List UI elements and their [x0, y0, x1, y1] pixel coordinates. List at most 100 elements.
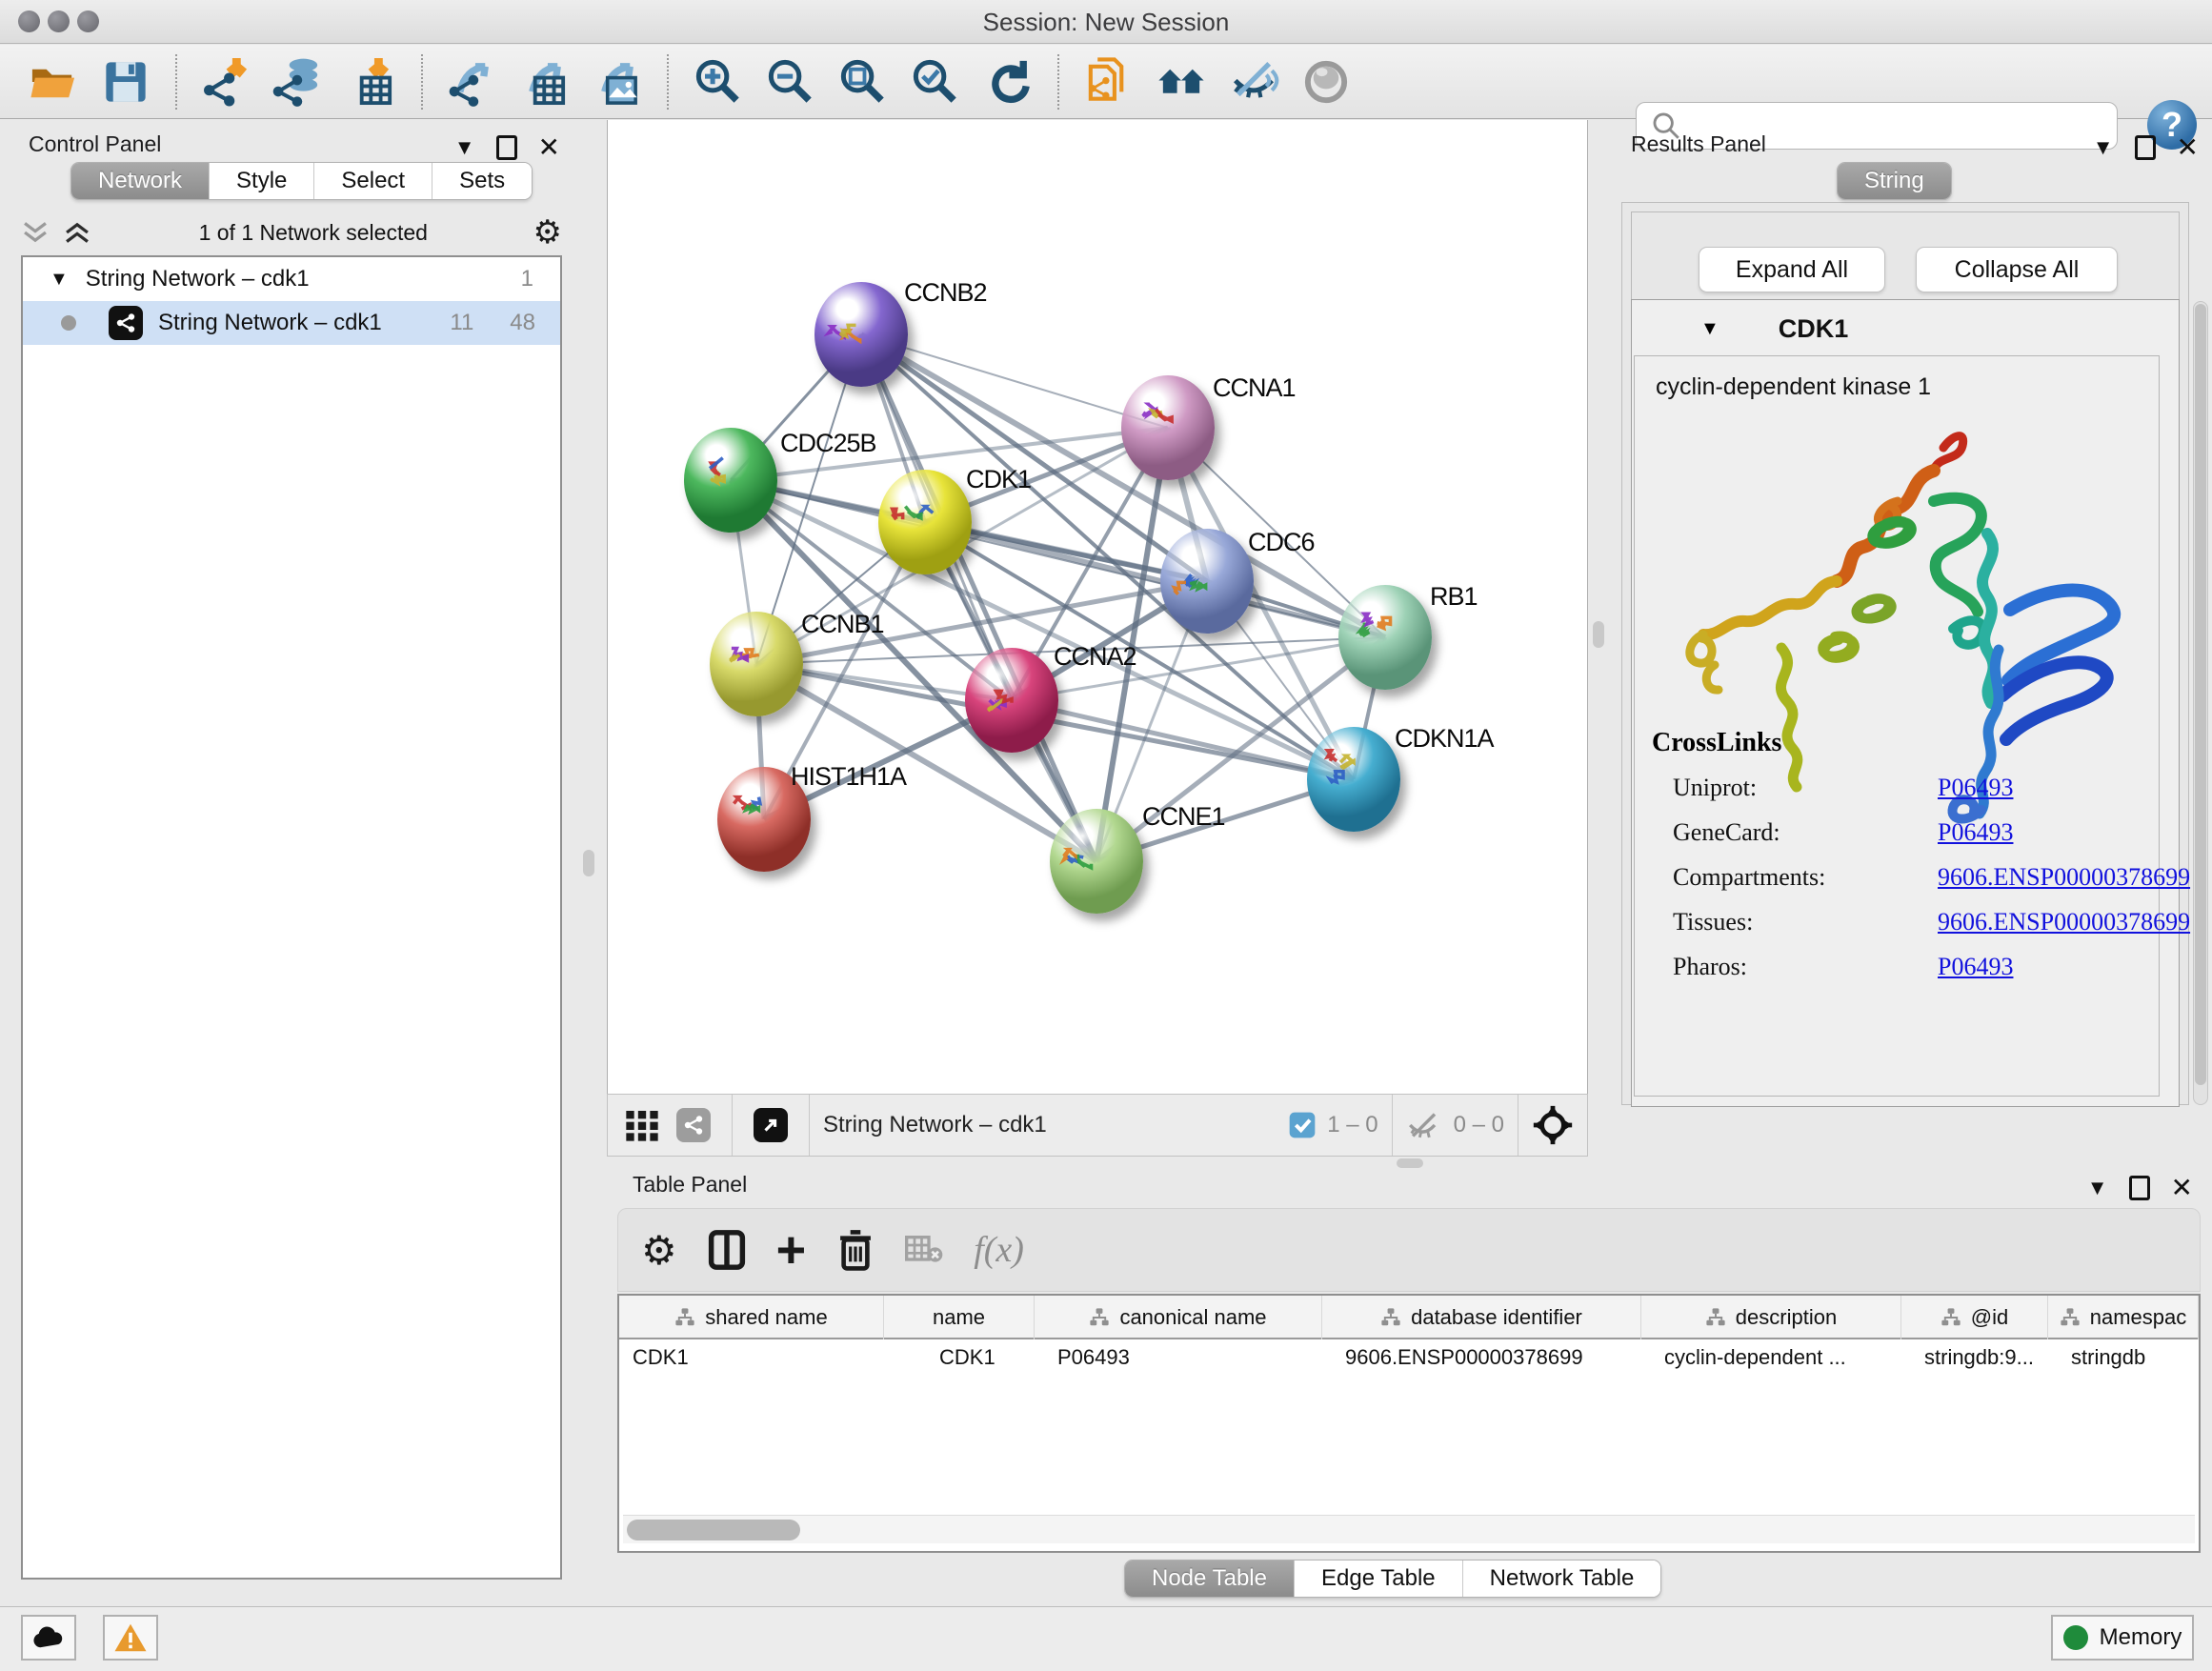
crosslink-value-link[interactable]: 9606.ENSP00000378699 [1938, 908, 2190, 936]
column-header-canonical-name[interactable]: canonical name [1035, 1296, 1322, 1339]
tab-select[interactable]: Select [314, 163, 432, 199]
crosslink-value-link[interactable]: 9606.ENSP00000378699 [1938, 863, 2190, 892]
network-canvas[interactable]: CCNB2CCNA1CDC25BCDK1CDC6RB1CCNB1CCNA2CDK… [607, 120, 1588, 1094]
table-cell[interactable]: CDK1 [633, 1345, 873, 1370]
network-node-ccna1[interactable] [1121, 375, 1215, 480]
table-cell[interactable]: stringdb [2071, 1345, 2197, 1370]
zoom-selected-button[interactable] [905, 51, 966, 112]
network-node-cdc6[interactable] [1160, 529, 1254, 634]
column-header-database-identifier[interactable]: database identifier [1322, 1296, 1641, 1339]
tab-edge-table[interactable]: Edge Table [1295, 1560, 1463, 1597]
table-options-gear-icon[interactable]: ⚙ [641, 1227, 677, 1274]
toggle-graphics-details-button[interactable] [1296, 51, 1357, 112]
collapse-all-icon[interactable] [19, 218, 51, 247]
left-splitter-handle[interactable] [583, 850, 594, 876]
crosslink-label: Compartments: [1673, 863, 1825, 891]
zoom-out-button[interactable] [760, 51, 821, 112]
crosslink-value-link[interactable]: P06493 [1938, 774, 2013, 802]
results-scrollbar[interactable] [2193, 301, 2208, 1105]
memory-button[interactable]: Memory [2051, 1615, 2194, 1661]
save-session-button[interactable] [95, 51, 156, 112]
column-header-description[interactable]: description [1641, 1296, 1901, 1339]
export-network-button[interactable] [442, 51, 503, 112]
delete-column-trash-icon[interactable] [836, 1228, 875, 1272]
network-node-cdc25b[interactable] [684, 428, 777, 533]
network-node-ccna2[interactable] [965, 648, 1058, 753]
column-header-shared-name[interactable]: shared name [619, 1296, 884, 1339]
control-panel-collapse-icon[interactable]: ▼ [454, 135, 475, 160]
network-node-ccne1[interactable] [1050, 809, 1143, 914]
network-edge[interactable] [1012, 700, 1354, 779]
column-header-name[interactable]: name [884, 1296, 1035, 1339]
network-view-dot-icon [61, 315, 76, 331]
fit-selected-crosshair-icon[interactable] [1532, 1104, 1574, 1146]
control-panel-float-icon[interactable] [496, 135, 517, 160]
table-cell[interactable]: cyclin-dependent ... [1664, 1345, 1900, 1370]
network-status-bar: String Network – cdk1 1 – 0 0 – 0 [607, 1094, 1588, 1157]
crosslink-value-link[interactable]: P06493 [1938, 953, 2013, 981]
import-network-database-button[interactable] [269, 51, 330, 112]
cloud-button[interactable] [21, 1615, 76, 1661]
show-annotations-button[interactable] [1078, 51, 1139, 112]
column-header-id[interactable]: @id [1901, 1296, 2048, 1339]
tab-string[interactable]: String [1838, 163, 1951, 199]
zoom-in-button[interactable] [688, 51, 749, 112]
protein-expander-icon[interactable]: ▼ [1700, 318, 1719, 340]
crosslink-value-link[interactable]: P06493 [1938, 818, 2013, 847]
table-cell[interactable]: CDK1 [939, 1345, 1065, 1370]
open-session-button[interactable] [23, 51, 84, 112]
network-row[interactable]: String Network – cdk1 11 48 [23, 301, 560, 345]
graphics-details-button[interactable] [623, 1106, 661, 1144]
table-cell[interactable]: P06493 [1057, 1345, 1320, 1370]
tab-style[interactable]: Style [210, 163, 314, 199]
protein-thumbnail [1307, 727, 1400, 832]
tab-sets[interactable]: Sets [432, 163, 532, 199]
protein-thumbnail [814, 282, 908, 387]
export-table-button[interactable] [514, 51, 575, 112]
export-image-button[interactable] [587, 51, 648, 112]
protein-header-row[interactable]: ▼ CDK1 [1634, 306, 2160, 352]
tab-network-table[interactable]: Network Table [1463, 1560, 1661, 1597]
export-network-icon [446, 55, 499, 109]
network-node-ccnb1[interactable] [710, 612, 803, 716]
table-panel-collapse-icon[interactable]: ▼ [2087, 1176, 2108, 1200]
hide-selected-button[interactable] [1223, 51, 1284, 112]
table-horizontal-scrollbar[interactable] [623, 1515, 2195, 1543]
refresh-view-button[interactable] [977, 51, 1038, 112]
network-node-cdkn1a[interactable] [1307, 727, 1400, 832]
expand-all-icon[interactable] [61, 218, 93, 247]
string-style-button[interactable] [676, 1108, 711, 1142]
tab-node-table[interactable]: Node Table [1125, 1560, 1295, 1597]
collection-expander-icon[interactable]: ▼ [50, 269, 69, 291]
collapse-all-button[interactable]: Collapse All [1916, 247, 2118, 292]
column-header-namespac[interactable]: namespac [2048, 1296, 2199, 1339]
results-panel-close-icon[interactable]: ✕ [2177, 131, 2199, 163]
zoom-fit-icon [836, 55, 890, 109]
results-panel-float-icon[interactable] [2135, 135, 2156, 160]
network-options-gear-icon[interactable]: ⚙ [533, 213, 562, 252]
return-home-button[interactable] [1151, 51, 1212, 112]
table-panel-close-icon[interactable]: ✕ [2171, 1172, 2193, 1203]
warnings-button[interactable] [103, 1615, 158, 1661]
import-table-file-button[interactable] [341, 51, 402, 112]
bottom-splitter-handle[interactable] [1397, 1158, 1423, 1168]
network-node-cdk1[interactable] [878, 470, 972, 574]
network-node-rb1[interactable] [1338, 585, 1432, 690]
show-columns-icon[interactable] [708, 1229, 746, 1271]
zoom-fit-button[interactable] [833, 51, 894, 112]
control-panel-close-icon[interactable]: ✕ [538, 131, 560, 163]
right-splitter-handle[interactable] [1593, 621, 1604, 648]
import-network-file-button[interactable] [196, 51, 257, 112]
table-cell[interactable]: 9606.ENSP00000378699 [1345, 1345, 1639, 1370]
table-cell[interactable]: stringdb:9... [1924, 1345, 2046, 1370]
birdseye-view-button[interactable] [754, 1108, 788, 1142]
expand-all-button[interactable]: Expand All [1699, 247, 1885, 292]
results-panel-collapse-icon[interactable]: ▼ [2093, 135, 2114, 160]
tab-network[interactable]: Network [71, 163, 210, 199]
create-column-icon[interactable]: + [776, 1231, 807, 1269]
network-collection-row[interactable]: ▼ String Network – cdk1 1 [23, 257, 560, 301]
selected-checkbox-icon[interactable] [1287, 1110, 1317, 1140]
network-list: ▼ String Network – cdk1 1 String Network… [21, 255, 562, 1580]
table-panel-float-icon[interactable] [2129, 1176, 2150, 1200]
network-node-ccnb2[interactable] [814, 282, 908, 387]
